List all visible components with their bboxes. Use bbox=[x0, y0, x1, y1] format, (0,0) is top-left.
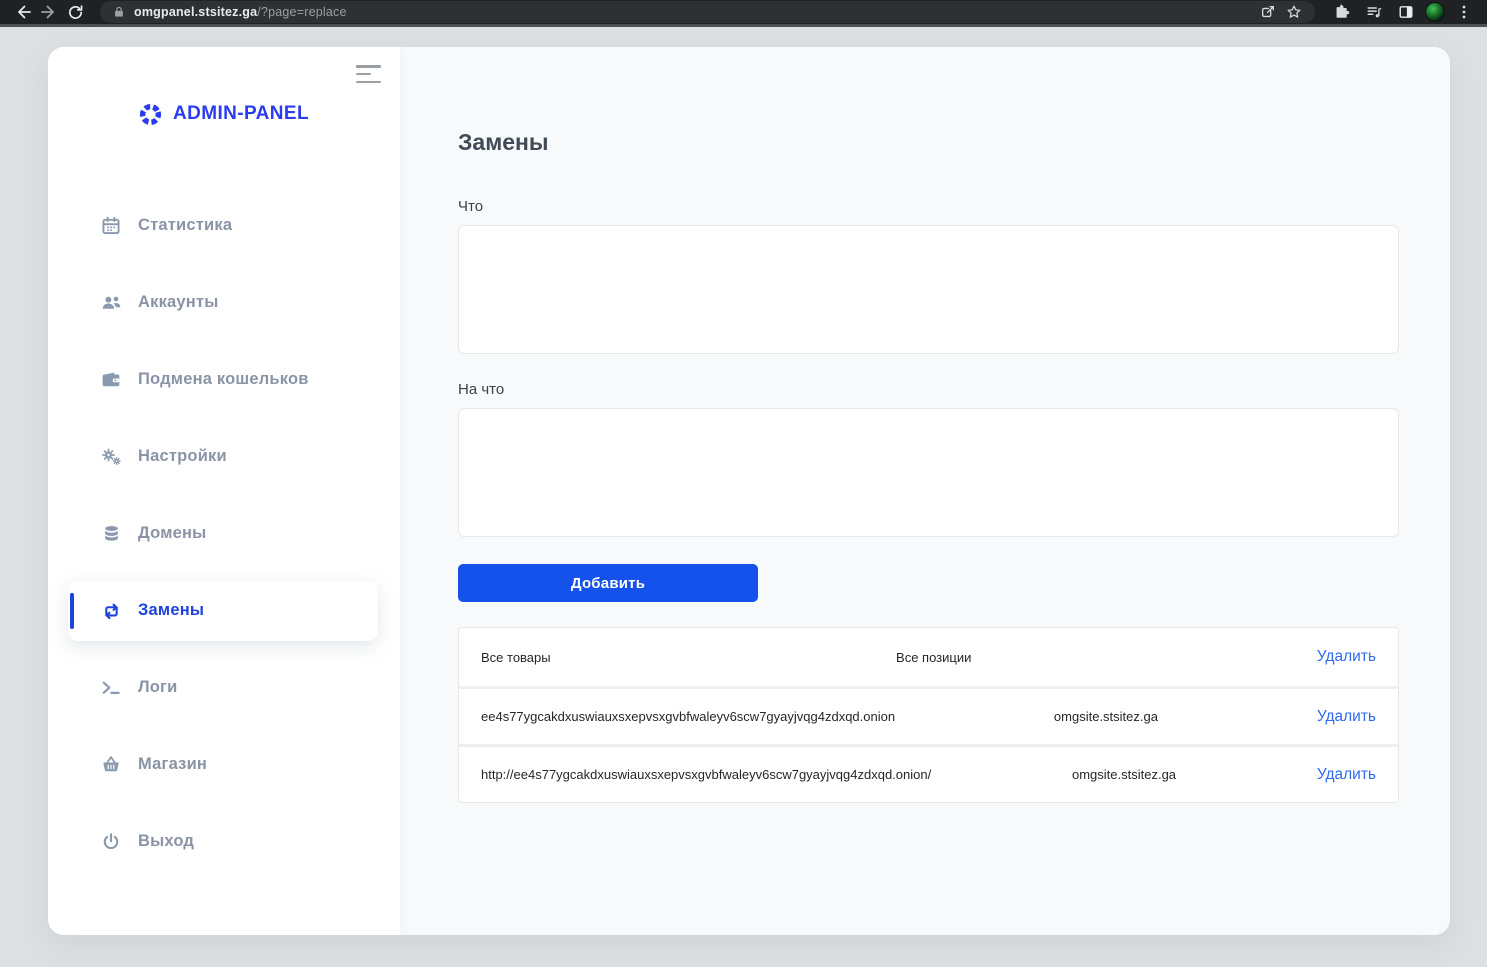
users-icon bbox=[100, 292, 122, 314]
url-text[interactable]: omgpanel.stsitez.ga/?page=replace bbox=[134, 5, 1255, 19]
sidebar-item-statistics[interactable]: Статистика bbox=[48, 187, 400, 264]
calendar-icon bbox=[100, 215, 122, 237]
delete-link[interactable]: Удалить bbox=[1317, 708, 1376, 726]
delete-link[interactable]: Удалить bbox=[1317, 766, 1376, 784]
sidebar-item-label: Замены bbox=[138, 601, 204, 620]
page-title: Замены bbox=[458, 129, 1399, 156]
page-background: ADMIN-PANEL Статистика bbox=[0, 27, 1487, 964]
playlist-icon bbox=[1366, 4, 1382, 20]
basket-icon bbox=[100, 754, 122, 776]
sidebar-item-accounts[interactable]: Аккаунты bbox=[48, 264, 400, 341]
sidebar-item-domains[interactable]: Домены bbox=[48, 495, 400, 572]
sidebar-item-replacements[interactable]: Замены bbox=[68, 581, 378, 641]
terminal-icon bbox=[100, 677, 122, 699]
add-button[interactable]: Добавить bbox=[458, 564, 758, 602]
sidebar: ADMIN-PANEL Статистика bbox=[48, 47, 400, 935]
wallet-icon bbox=[100, 369, 122, 391]
back-button[interactable] bbox=[10, 0, 36, 24]
toolbar-right bbox=[1329, 0, 1477, 24]
sidebar-item-label: Подмена кошельков bbox=[138, 370, 309, 389]
three-dots-icon bbox=[1457, 4, 1471, 20]
replacements-table: Все товары Все позиции Удалить ee4s77ygc… bbox=[458, 627, 1399, 803]
to-what-label: На что bbox=[458, 381, 1399, 398]
sidebar-item-logout[interactable]: Выход bbox=[48, 803, 400, 880]
main-content: Замены Что На что Добавить Все товары Вс… bbox=[400, 47, 1450, 935]
table-row: ee4s77ygcakdxuswiauxsxepvsxgvbfwaleyv6sc… bbox=[459, 686, 1398, 744]
reload-icon bbox=[67, 4, 84, 21]
reload-button[interactable] bbox=[62, 0, 88, 24]
url-path: /?page=replace bbox=[257, 5, 346, 19]
share-icon bbox=[1260, 4, 1276, 20]
sidebar-item-shop[interactable]: Магазин bbox=[48, 726, 400, 803]
table-row: Все товары Все позиции Удалить bbox=[459, 628, 1398, 686]
sidebar-item-label: Выход bbox=[138, 832, 194, 851]
brand-name: ADMIN-PANEL bbox=[173, 103, 309, 125]
row-from: Все товары bbox=[481, 650, 551, 665]
lock-icon bbox=[112, 5, 126, 19]
sidebar-top bbox=[48, 47, 400, 89]
url-domain: omgpanel.stsitez.ga bbox=[134, 5, 257, 19]
side-panel-icon bbox=[1398, 4, 1414, 20]
browser-toolbar: omgpanel.stsitez.ga/?page=replace bbox=[0, 0, 1487, 27]
browser-menu-button[interactable] bbox=[1451, 0, 1477, 24]
sidebar-nav: Статистика Аккаунты bbox=[48, 187, 400, 880]
what-textarea[interactable] bbox=[458, 225, 1399, 354]
side-panel-button[interactable] bbox=[1393, 0, 1419, 24]
sidebar-item-label: Логи bbox=[138, 678, 177, 697]
puzzle-icon bbox=[1334, 4, 1350, 20]
profile-avatar[interactable] bbox=[1425, 2, 1445, 22]
sidebar-item-label: Домены bbox=[138, 524, 206, 543]
share-button[interactable] bbox=[1255, 0, 1281, 24]
sidebar-item-label: Статистика bbox=[138, 216, 232, 235]
back-icon bbox=[14, 3, 32, 21]
sidebar-item-settings[interactable]: Настройки bbox=[48, 418, 400, 495]
repeat-icon bbox=[100, 600, 122, 622]
power-icon bbox=[100, 831, 122, 853]
row-from: http://ee4s77ygcakdxuswiauxsxepvsxgvbfwa… bbox=[481, 767, 931, 782]
sidebar-item-label: Настройки bbox=[138, 447, 227, 466]
forward-button[interactable] bbox=[36, 0, 62, 24]
what-label: Что bbox=[458, 198, 1399, 215]
star-icon bbox=[1286, 4, 1302, 20]
sidebar-item-wallet-substitution[interactable]: Подмена кошельков bbox=[48, 341, 400, 418]
playlist-extension-button[interactable] bbox=[1361, 0, 1387, 24]
database-icon bbox=[100, 523, 122, 545]
bookmark-button[interactable] bbox=[1281, 0, 1307, 24]
sidebar-toggle-icon[interactable] bbox=[356, 65, 382, 83]
sidebar-item-logs[interactable]: Логи bbox=[48, 649, 400, 726]
table-row: http://ee4s77ygcakdxuswiauxsxepvsxgvbfwa… bbox=[459, 744, 1398, 802]
to-what-textarea[interactable] bbox=[458, 408, 1399, 537]
delete-link[interactable]: Удалить bbox=[1317, 648, 1376, 666]
forward-icon bbox=[40, 3, 58, 21]
address-bar[interactable]: omgpanel.stsitez.ga/?page=replace bbox=[100, 1, 1315, 23]
sidebar-item-label: Аккаунты bbox=[138, 293, 219, 312]
row-from: ee4s77ygcakdxuswiauxsxepvsxgvbfwaleyv6sc… bbox=[481, 709, 895, 724]
brand: ADMIN-PANEL bbox=[48, 99, 400, 129]
gears-icon bbox=[100, 446, 122, 468]
row-to: Все позиции bbox=[896, 650, 971, 665]
extensions-button[interactable] bbox=[1329, 0, 1355, 24]
sidebar-item-label: Магазин bbox=[138, 755, 207, 774]
row-to: omgsite.stsitez.ga bbox=[1072, 767, 1176, 782]
brand-logo-icon bbox=[139, 103, 162, 126]
row-to: omgsite.stsitez.ga bbox=[1054, 709, 1158, 724]
app-card: ADMIN-PANEL Статистика bbox=[48, 47, 1450, 935]
